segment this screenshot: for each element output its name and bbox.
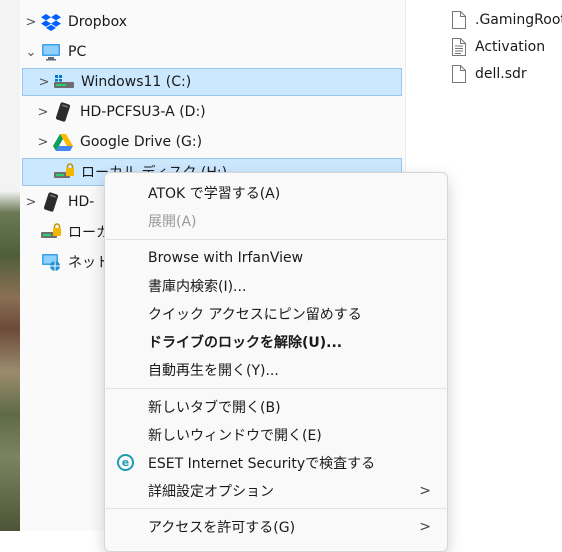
pc-icon	[40, 42, 62, 62]
menu-item-extract: 展開(A)	[148, 214, 197, 230]
file-name: dell.sdr	[475, 66, 527, 82]
menu-item-advanced-options[interactable]: 詳細設定オプション >	[105, 478, 447, 504]
nav-item-label: HD-PCFSU3-A (D:)	[80, 104, 206, 120]
desktop-background-strip	[0, 0, 20, 531]
menu-item-grant-access[interactable]: アクセスを許可する(G) >	[105, 514, 447, 540]
menu-item-open-autoplay[interactable]: 自動再生を開く(Y)...	[105, 357, 447, 383]
menu-item-label: 詳細設定オプション	[148, 484, 274, 500]
menu-separator	[106, 508, 446, 509]
file-item[interactable]: .GamingRoot	[451, 8, 562, 32]
file-name: Activation	[475, 39, 546, 55]
network-icon	[40, 252, 62, 272]
nav-item-google-drive[interactable]: > Google Drive (G:)	[22, 128, 402, 156]
nav-item-label: Dropbox	[68, 14, 127, 30]
menu-item-archive-search[interactable]: 書庫内検索(I)...	[105, 273, 447, 299]
nav-item-pc[interactable]: ⌄ PC	[22, 38, 402, 66]
menu-item-browse-irfanview[interactable]: Browse with IrfanView	[105, 245, 447, 271]
menu-separator	[106, 388, 446, 389]
menu-item-unlock-drive[interactable]: ドライブのロックを解除(U)...	[105, 329, 447, 355]
submenu-chevron-icon: >	[419, 483, 431, 499]
expand-chevron-icon[interactable]: >	[22, 15, 40, 30]
locked-drive-icon	[40, 222, 62, 242]
menu-item-label: ESET Internet Securityで検査する	[148, 456, 376, 472]
external-drive-icon	[52, 102, 74, 122]
submenu-chevron-icon: >	[419, 519, 431, 535]
nav-item-windows11-drive[interactable]: > Windows11 (C:)	[22, 68, 402, 96]
expand-chevron-icon[interactable]: >	[34, 135, 52, 150]
menu-separator	[106, 239, 446, 240]
file-icon	[452, 11, 466, 29]
expand-chevron-icon[interactable]: >	[22, 195, 40, 210]
text-file-icon	[452, 38, 466, 56]
nav-item-dropbox[interactable]: > Dropbox	[22, 8, 402, 36]
system-drive-icon	[53, 72, 75, 92]
menu-item-label: アクセスを許可する(G)	[148, 520, 296, 536]
file-item[interactable]: dell.sdr	[451, 62, 527, 86]
menu-item-eset-scan[interactable]: e ESET Internet Securityで検査する	[105, 450, 447, 476]
menu-item-open-new-tab[interactable]: 新しいタブで開く(B)	[105, 394, 447, 420]
file-item[interactable]: Activation	[451, 35, 545, 59]
nav-item-hd-pcfsu3-a-drive[interactable]: > HD-PCFSU3-A (D:)	[22, 98, 402, 126]
expand-chevron-icon[interactable]: >	[35, 75, 53, 90]
locked-drive-icon	[53, 162, 75, 182]
file-name: .GamingRoot	[475, 12, 562, 28]
expand-chevron-icon[interactable]: >	[34, 105, 52, 120]
nav-item-label: HD-	[68, 194, 95, 210]
external-drive-icon	[40, 192, 62, 212]
context-menu[interactable]: ATOK で学習する(A) 展開(A) Browse with IrfanVie…	[104, 172, 448, 552]
google-drive-icon	[52, 132, 74, 152]
menu-item-pin-quick-access[interactable]: クイック アクセスにピン留めする	[105, 301, 447, 327]
dropbox-icon	[40, 12, 62, 32]
nav-item-label: Google Drive (G:)	[80, 134, 203, 150]
menu-item-open-new-window[interactable]: 新しいウィンドウで開く(E)	[105, 422, 447, 448]
nav-item-label: Windows11 (C:)	[81, 74, 192, 90]
eset-icon: e	[117, 454, 134, 471]
collapse-chevron-icon[interactable]: ⌄	[22, 45, 40, 60]
menu-item-atok-learn[interactable]: ATOK で学習する(A)	[105, 180, 447, 206]
nav-item-label: PC	[68, 44, 87, 60]
file-icon	[452, 65, 466, 83]
